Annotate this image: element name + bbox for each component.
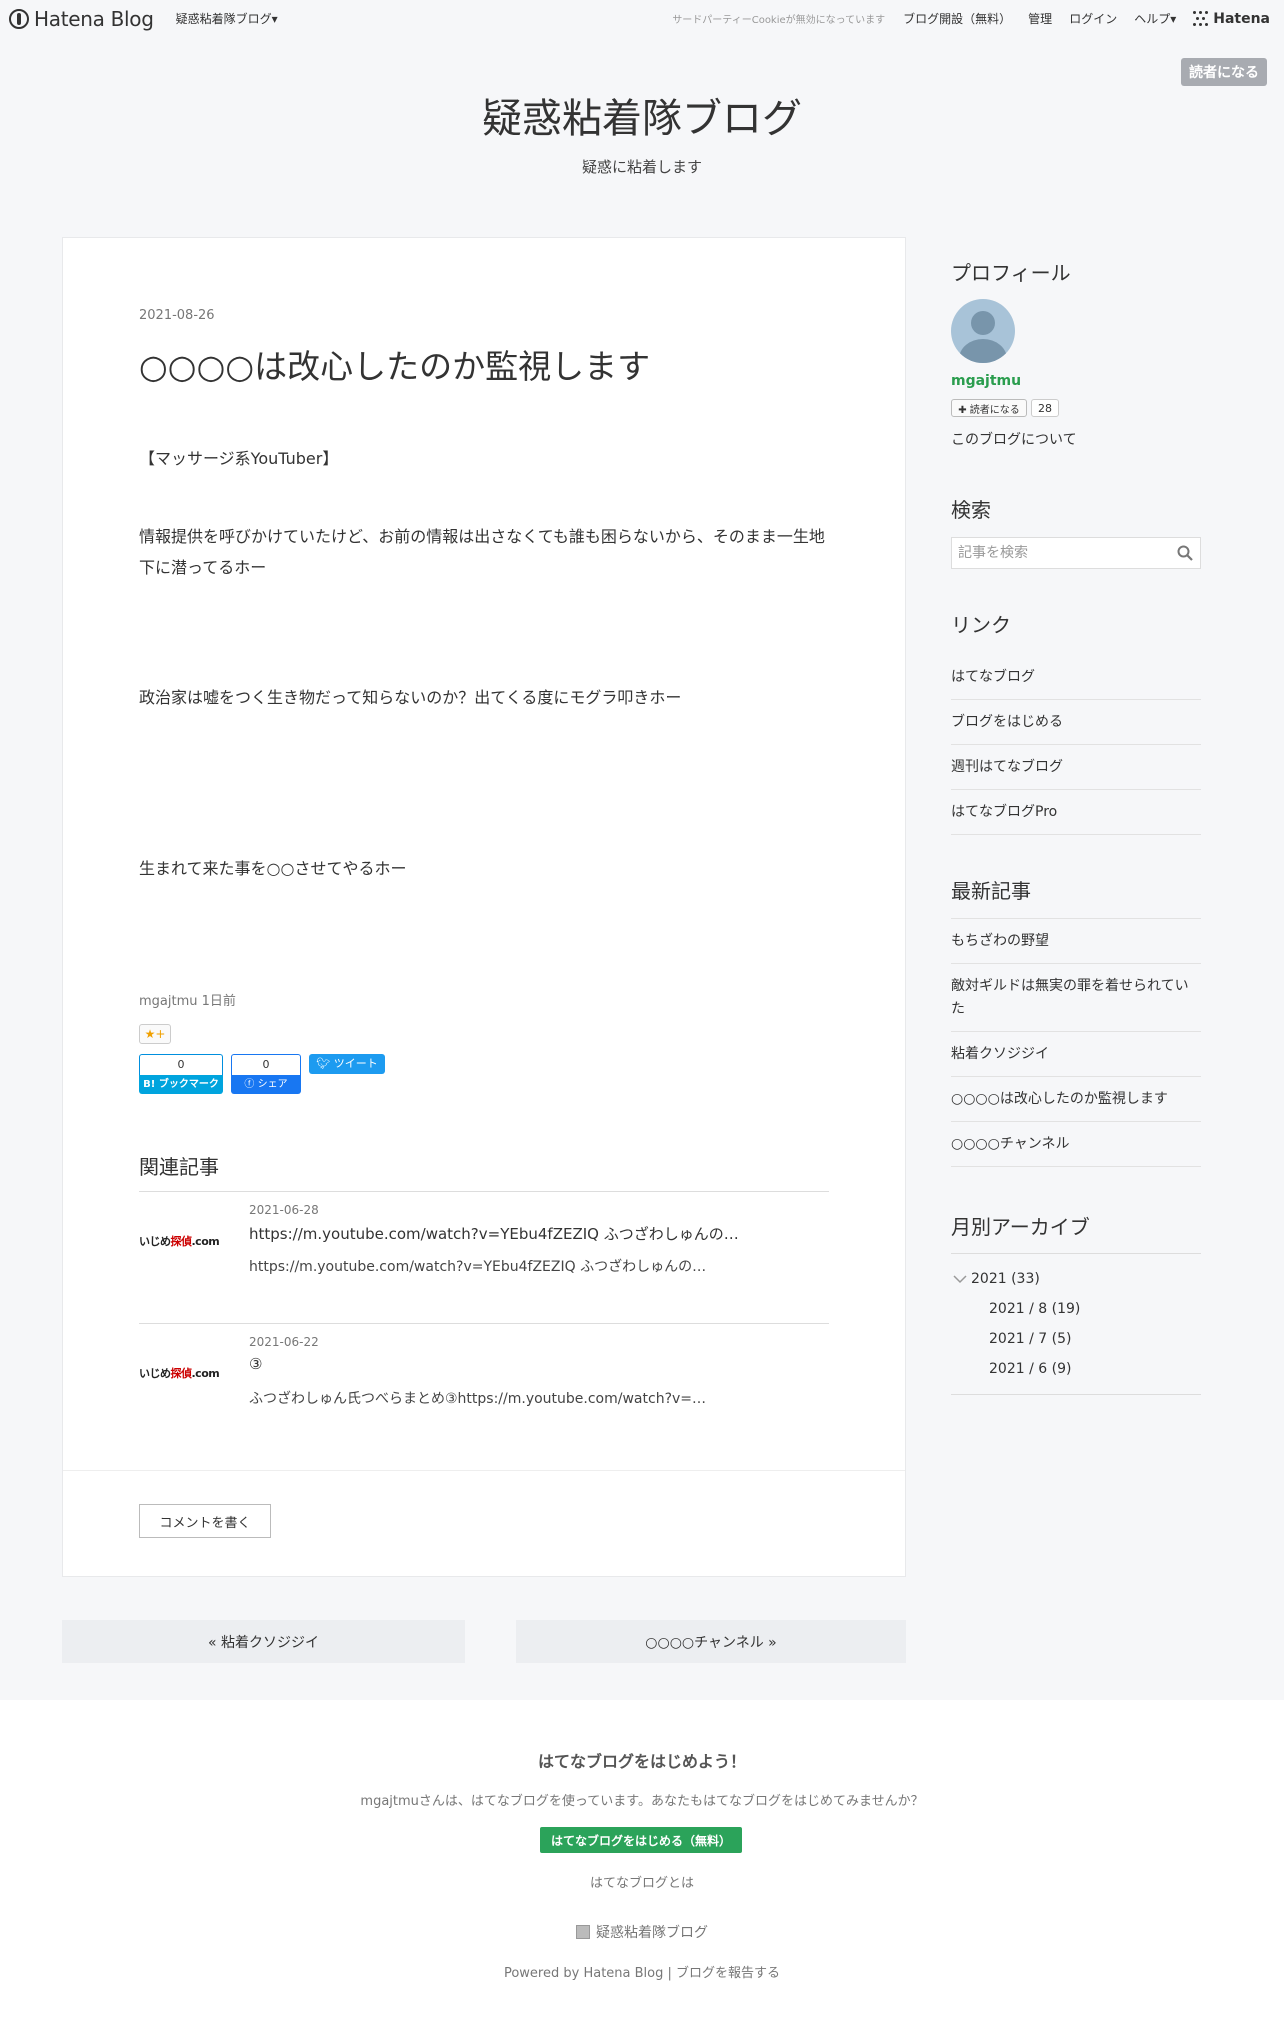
- blog-title[interactable]: 疑惑粘着隊ブログ: [0, 86, 1284, 144]
- archive-month[interactable]: 2021 / 8 (19): [989, 1301, 1080, 1317]
- header-link-login[interactable]: ログイン: [1069, 10, 1117, 27]
- sidebar-link[interactable]: 週刊はてなブログ: [951, 745, 1201, 790]
- entry-paragraph: 【マッサージ系YouTuber】: [139, 449, 339, 468]
- recent-entry-link[interactable]: 敵対ギルドは無実の罪を着せられていた: [951, 964, 1201, 1032]
- add-star-button[interactable]: ★+: [139, 1024, 171, 1044]
- recent-list: もちざわの野望 敵対ギルドは無実の罪を着せられていた 粘着クソジジイ ○○○○は…: [951, 918, 1201, 1167]
- search-input[interactable]: [952, 538, 1162, 568]
- about-hatena-blog-link[interactable]: はてなブログとは: [0, 1872, 1284, 1891]
- hatena-bookmark-button[interactable]: 0 B! ブックマーク: [139, 1054, 223, 1094]
- profile-title: プロフィール: [951, 261, 1071, 285]
- profile-username[interactable]: mgajtmu: [951, 373, 1021, 389]
- hatena-blog-logo-icon: [9, 8, 29, 29]
- search-box: [951, 537, 1201, 569]
- related-title[interactable]: ③: [249, 1355, 262, 1373]
- recent-entry-link[interactable]: もちざわの野望: [951, 918, 1201, 964]
- blog-menu-dropdown[interactable]: 疑惑粘着隊ブログ▾: [176, 10, 278, 27]
- avatar[interactable]: [951, 299, 1015, 363]
- recent-entry-link[interactable]: ○○○○チャンネル: [951, 1122, 1201, 1167]
- entry-title[interactable]: ○○○○は改心したのか監視します: [139, 340, 650, 388]
- archive-year[interactable]: 2021 (33): [951, 1271, 1040, 1287]
- related-thumbnail[interactable]: いじめ探偵.com: [139, 1233, 239, 1253]
- follower-count[interactable]: 28: [1031, 399, 1059, 417]
- related-date: 2021-06-22: [249, 1335, 319, 1349]
- links-list: はてなブログ ブログをはじめる 週刊はてなブログ はてなブログPro: [951, 655, 1201, 835]
- divider: [951, 1253, 1201, 1254]
- search-icon[interactable]: [1176, 544, 1194, 562]
- facebook-count: 0: [231, 1054, 301, 1075]
- subscribe-button[interactable]: 読者になる: [1181, 58, 1267, 86]
- header-link-admin[interactable]: 管理: [1028, 10, 1052, 27]
- related-title[interactable]: https://m.youtube.com/watch?v=YEbu4fZEZI…: [249, 1223, 739, 1244]
- entry-paragraph: 政治家は嘘をつく生き物だって知らないのか？出てくる度にモグラ叩きホー: [139, 688, 682, 707]
- header-link-open-blog[interactable]: ブログ開設（無料）: [903, 10, 1011, 27]
- recent-entry-link[interactable]: 粘着クソジジイ: [951, 1032, 1201, 1077]
- recent-entry-link[interactable]: ○○○○は改心したのか監視します: [951, 1077, 1201, 1122]
- divider: [63, 1470, 905, 1471]
- hatena-blog-logo[interactable]: Hatena Blog: [9, 7, 154, 31]
- related-thumbnail[interactable]: いじめ探偵.com: [139, 1365, 239, 1385]
- cookie-notice[interactable]: サードパーティーCookieが無効になっています: [672, 11, 885, 26]
- entry-date[interactable]: 2021-08-26: [139, 308, 215, 323]
- hatena-brand[interactable]: Hatena: [1193, 10, 1270, 27]
- pager-next-link[interactable]: ○○○○チャンネル »: [516, 1620, 906, 1663]
- divider: [139, 1191, 829, 1192]
- facebook-share-button[interactable]: 0 ⓕ シェア: [231, 1054, 301, 1094]
- related-date: 2021-06-28: [249, 1203, 319, 1217]
- footer-description: mgajtmuさんは、はてなブログを使っています。あなたもはてなブログをはじめて…: [360, 1794, 924, 1809]
- start-blog-button[interactable]: はてなブログをはじめる（無料）: [540, 1827, 742, 1853]
- archive-month[interactable]: 2021 / 7 (5): [989, 1331, 1071, 1347]
- powered-by[interactable]: Powered by Hatena Blog | ブログを報告する: [0, 1962, 1284, 1981]
- links-title: リンク: [951, 613, 1011, 637]
- sidebar-link[interactable]: はてなブログ: [951, 655, 1201, 700]
- global-header: Hatena Blog 疑惑粘着隊ブログ▾ サードパーティーCookieが無効に…: [0, 0, 1284, 37]
- header-link-help[interactable]: ヘルプ▾: [1134, 10, 1176, 27]
- divider: [951, 1394, 1201, 1395]
- pager-prev-link[interactable]: « 粘着クソジジイ: [62, 1620, 465, 1663]
- sidebar-link[interactable]: ブログをはじめる: [951, 700, 1201, 745]
- sidebar-link[interactable]: はてなブログPro: [951, 790, 1201, 835]
- archive-list: 2021 (33) 2021 / 8 (19) 2021 / 7 (5) 202…: [951, 1271, 1201, 1377]
- tweet-button[interactable]: 🐦︎ ツイート: [309, 1054, 385, 1074]
- divider: [139, 1323, 829, 1324]
- archive-title: 月別アーカイブ: [951, 1215, 1090, 1239]
- footer-title: はてなブログをはじめよう！: [537, 1752, 746, 1771]
- footer: はてなブログをはじめよう！ mgajtmuさんは、はてなブログを使っています。あ…: [0, 1700, 1284, 2024]
- entry-article: 2021-08-26 ○○○○は改心したのか監視します 【マッサージ系YouTu…: [62, 237, 906, 1577]
- entry-author-line[interactable]: mgajtmu 1日前: [139, 990, 236, 1009]
- related-entry[interactable]: いじめ探偵.com 2021-06-22 ③ ふつざわしゅん氏つべらまとめ③ht…: [139, 1325, 829, 1435]
- entry-paragraph: 情報提供を呼びかけていたけど、お前の情報は出さなくても誰も困らないから、そのまま…: [139, 527, 825, 577]
- entry-paragraph: 生まれて来た事を○○させてやるホー: [139, 859, 407, 878]
- search-title: 検索: [951, 498, 991, 522]
- write-comment-button[interactable]: コメントを書く: [139, 1504, 271, 1538]
- twitter-bird-icon: 🐦︎: [316, 1057, 331, 1070]
- facebook-label: ⓕ シェア: [231, 1075, 301, 1094]
- related-snippet: https://m.youtube.com/watch?v=YEbu4fZEZI…: [249, 1259, 707, 1275]
- about-blog-link[interactable]: このブログについて: [951, 429, 1077, 449]
- bookmark-label: B! ブックマーク: [139, 1075, 223, 1094]
- recent-title: 最新記事: [951, 879, 1031, 903]
- related-entry[interactable]: いじめ探偵.com 2021-06-28 https://m.youtube.c…: [139, 1193, 829, 1303]
- related-heading: 関連記事: [139, 1155, 219, 1179]
- related-snippet: ふつざわしゅん氏つべらまとめ③https://m.youtube.com/wat…: [249, 1391, 707, 1407]
- archive-month[interactable]: 2021 / 6 (9): [989, 1361, 1071, 1377]
- follow-button[interactable]: ✚ 読者になる: [951, 399, 1027, 417]
- blog-description: 疑惑に粘着します: [581, 158, 702, 176]
- bookmark-count: 0: [139, 1054, 223, 1075]
- chevron-down-icon[interactable]: [951, 1272, 969, 1286]
- blog-favicon-icon: [576, 1925, 590, 1939]
- footer-blog-link[interactable]: 疑惑粘着隊ブログ: [0, 1922, 1284, 1942]
- sidebar: プロフィール mgajtmu ✚ 読者になる 28 このブログについて 検索 リ…: [935, 237, 1221, 1537]
- hatena-dots-icon: [1193, 10, 1209, 27]
